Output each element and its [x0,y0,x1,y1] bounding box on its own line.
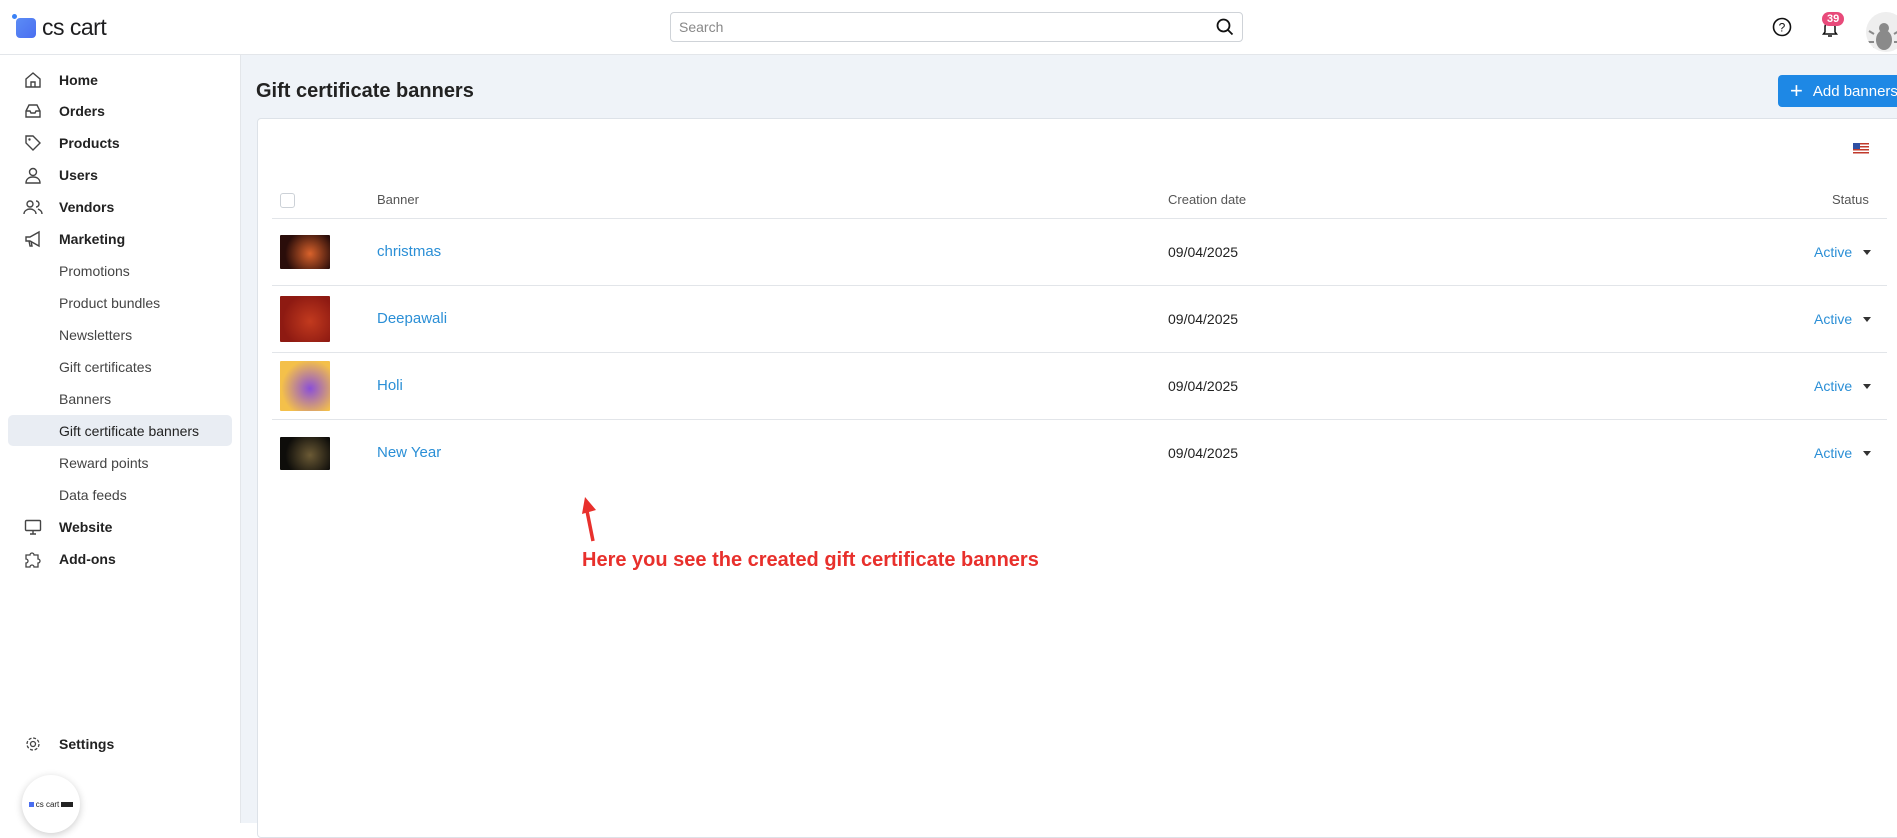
sidebar-item-label: Reward points [59,454,149,471]
sidebar-item-gift-certificates[interactable]: Gift certificates [8,351,232,382]
sidebar-item-label: Website [59,518,113,535]
sidebar: Home Orders Products Users Vendors Marke… [0,55,241,823]
svg-text:?: ? [1779,21,1786,35]
sidebar-item-label: Gift certificate banners [59,422,200,439]
sidebar-item-label: Gift certificates [59,358,152,375]
banner-thumbnail[interactable] [280,296,330,342]
row-divider [272,285,1887,286]
sidebar-item-label: Add-ons [59,550,116,567]
caret-down-icon[interactable] [1863,250,1871,255]
sidebar-item-newsletters[interactable]: Newsletters [8,319,232,350]
creation-date: 09/04/2025 [1168,311,1239,327]
creation-date: 09/04/2025 [1168,244,1239,260]
sidebar-item-reward-points[interactable]: Reward points [8,447,232,478]
logo-text: cs cart [42,14,107,40]
avatar[interactable] [1866,12,1897,52]
creation-date: 09/04/2025 [1168,378,1239,394]
sidebar-item-settings[interactable]: Settings [8,728,232,759]
column-header-status[interactable]: Status [1832,192,1869,207]
banner-name-link[interactable]: christmas [377,243,441,260]
megaphone-icon [22,228,44,250]
sidebar-item-label: Vendors [59,198,115,215]
mini-logo-badge [61,801,74,807]
status-dropdown[interactable]: Active [1814,378,1852,394]
column-header-banner[interactable]: Banner [377,192,419,207]
row-divider [272,419,1887,420]
banner-name-link[interactable]: Holi [377,377,403,394]
divider [272,218,1887,219]
sidebar-item-label: Products [59,134,120,151]
annotation-arrow-icon [582,497,596,542]
sidebar-item-add-ons[interactable]: Add-ons [8,543,232,574]
puzzle-icon [22,548,44,570]
search-box[interactable] [670,12,1243,42]
top-header: cs cart ? 39 [0,0,1897,55]
sidebar-item-products[interactable]: Products [8,127,232,158]
monitor-icon [22,516,44,538]
sidebar-item-label: Product bundles [59,294,161,311]
add-banners-button[interactable]: + Add banners [1778,75,1897,107]
home-icon [22,69,44,91]
mini-logo-mark-icon [28,801,34,807]
banner-thumbnail[interactable] [280,361,330,411]
sidebar-item-vendors[interactable]: Vendors [8,191,232,222]
sidebar-item-label: Newsletters [59,326,133,343]
plus-icon: + [1790,78,1803,103]
sidebar-item-users[interactable]: Users [8,159,232,190]
us-flag-icon[interactable] [1853,143,1869,154]
banner-name-link[interactable]: New Year [377,444,441,461]
caret-down-icon[interactable] [1863,384,1871,389]
banner-thumbnail[interactable] [280,235,330,269]
status-dropdown[interactable]: Active [1814,445,1852,461]
add-banners-label: Add banners [1812,82,1897,100]
sidebar-item-label: Orders [59,102,105,119]
creation-date: 09/04/2025 [1168,445,1239,461]
annotation-text: Here you see the created gift certificat… [582,549,1039,571]
user-icon [22,164,44,186]
mini-logo-text: cs cart [35,799,60,809]
bug-avatar-icon [1868,23,1897,52]
logo[interactable]: cs cart [12,13,107,41]
caret-down-icon[interactable] [1863,317,1871,322]
sidebar-item-marketing[interactable]: Marketing [8,223,232,254]
search-input[interactable] [679,19,1216,35]
status-dropdown[interactable]: Active [1814,244,1852,260]
gear-icon [22,733,44,755]
banner-thumbnail[interactable] [280,436,330,470]
users-icon [22,196,44,218]
tag-icon [22,132,44,154]
row-divider [272,352,1887,353]
sidebar-item-banners[interactable]: Banners [8,383,232,414]
sidebar-item-home[interactable]: Home [8,64,232,95]
caret-down-icon[interactable] [1863,451,1871,456]
notification-badge: 39 [1822,12,1845,26]
search-icon[interactable] [1216,18,1234,36]
sidebar-item-product-bundles[interactable]: Product bundles [8,287,232,318]
sidebar-item-gift-certificate-banners[interactable]: Gift certificate banners [8,415,232,446]
page-title: Gift certificate banners [256,80,474,102]
banner-name-link[interactable]: Deepawali [377,310,447,327]
sidebar-item-label: Home [59,71,98,88]
sidebar-item-website[interactable]: Website [8,511,232,542]
content-panel [257,118,1897,838]
select-all-checkbox[interactable] [280,193,295,208]
sidebar-item-label: Promotions [59,262,130,279]
sidebar-item-promotions[interactable]: Promotions [8,255,232,286]
column-header-creation-date[interactable]: Creation date [1168,192,1246,207]
status-dropdown[interactable]: Active [1814,311,1852,327]
help-icon[interactable]: ? [1772,17,1792,37]
mini-logo[interactable]: cs cart [22,775,80,833]
logo-mark-icon [12,13,36,38]
sidebar-item-data-feeds[interactable]: Data feeds [8,479,232,510]
inbox-icon [22,100,44,122]
sidebar-item-label: Banners [59,390,112,407]
sidebar-item-orders[interactable]: Orders [8,95,232,126]
sidebar-item-label: Users [59,166,98,183]
sidebar-item-label: Marketing [59,230,126,247]
sidebar-item-label: Settings [59,735,115,752]
sidebar-item-label: Data feeds [59,486,127,503]
